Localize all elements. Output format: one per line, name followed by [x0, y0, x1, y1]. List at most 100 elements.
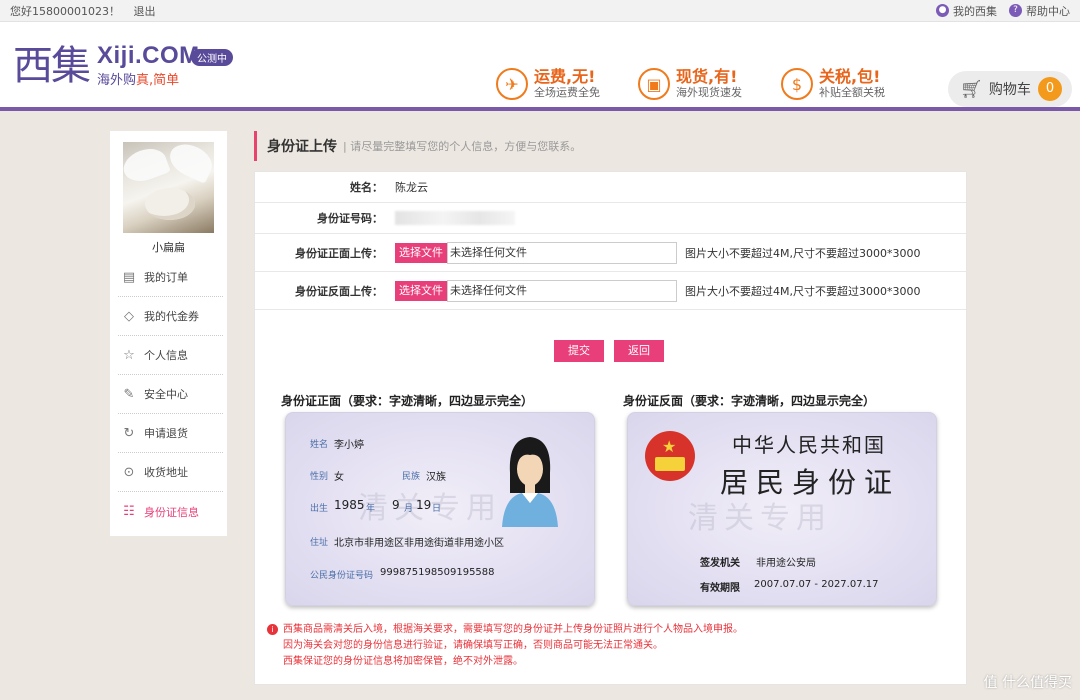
user-icon: ●	[936, 4, 949, 17]
card-country: 中华人民共和国	[732, 433, 886, 457]
emblem-star: ★	[662, 437, 677, 456]
sidebar-item-label: 我的代金券	[144, 310, 199, 323]
notice-line: 因为海关会对您的身份信息进行验证，请确保填写正确，否则商品可能无法正常通关。	[283, 640, 663, 651]
back-button[interactable]: 返回	[614, 340, 664, 362]
logo-english: Xiji.COM	[97, 42, 200, 69]
avatar-dog	[145, 188, 195, 220]
id-card-back-sample: 清关专用 ★ 中华人民共和国 居民身份证 签发机关 非用途公安局 有效期限 20…	[627, 412, 937, 606]
watermark-text: 值 什么值得买	[983, 675, 1072, 691]
slogan-part-b: 真,简单	[136, 73, 180, 88]
card-validity-key: 有效期限	[700, 583, 740, 594]
logo-chinese: 西集	[13, 43, 91, 89]
back-card-title: 身份证反面（要求：字迹清晰，四边显示完全）	[623, 394, 876, 408]
logout-link[interactable]: 退出	[133, 5, 155, 18]
choose-file-button[interactable]: 选择文件	[395, 242, 447, 263]
file-name-display: 未选择任何文件	[447, 279, 677, 302]
username: 小扁扁	[152, 241, 185, 254]
id-number-row: 身份证号码：	[255, 203, 966, 234]
card-sex-key: 性别	[310, 472, 329, 482]
top-bar-right: ● 我的西集 ? 帮助中心	[924, 3, 1070, 19]
sidebar-item-coupons[interactable]: ◇ 我的代金券	[118, 297, 223, 336]
card-nation-value: 汉族	[426, 472, 446, 483]
page-description: | 请尽量完整填写您的个人信息，方便与您联系。	[343, 140, 582, 153]
page-title: 身份证上传	[267, 139, 337, 155]
card-issuer-value: 非用途公安局	[756, 558, 816, 569]
sidebar-item-label: 收货地址	[144, 466, 188, 479]
notice-block: i 西集商品需清关后入境，根据海关要求，需要填写您的身份证并上传身份证照片进行个…	[267, 622, 743, 670]
name-row: 姓名： 陈龙云	[255, 172, 966, 203]
edit-icon: ✎	[123, 386, 135, 402]
promo-sub: 补贴全额关税	[819, 86, 885, 99]
site-watermark: 值 什么值得买	[984, 672, 1072, 692]
card-issuer-key: 签发机关	[700, 558, 740, 569]
sidebar-item-id-info[interactable]: ☷ 身份证信息	[118, 492, 223, 531]
card-birth-day: 19	[416, 498, 432, 512]
site-logo[interactable]: 西集 Xiji.COM 海外购真,简单	[13, 42, 200, 89]
card-name-key: 姓名	[310, 440, 329, 450]
avatar-wing-left	[123, 143, 171, 187]
sidebar-item-orders[interactable]: ▤ 我的订单	[118, 258, 223, 297]
back-upload-label: 身份证反面上传：	[295, 284, 383, 298]
id-upload-panel: 姓名： 陈龙云 身份证号码： 身份证正面上传： 选择文件 未选择任何文件 图片大…	[254, 171, 967, 685]
help-label: 帮助中心	[1026, 4, 1070, 18]
star-icon: ☆	[123, 347, 135, 363]
form-actions: 提交 返回	[554, 340, 674, 362]
back-upload-row: 身份证反面上传： 选择文件 未选择任何文件 图片大小不要超过4M,尺寸不要超过3…	[255, 272, 966, 310]
avatar[interactable]	[123, 142, 214, 233]
card-birth-year-unit: 年	[366, 504, 376, 514]
promo-free-shipping: ✈ 运费,无! 全场运费全免	[496, 68, 600, 100]
submit-button[interactable]: 提交	[554, 340, 604, 362]
promo-text: 运费,无! 全场运费全免	[534, 68, 600, 100]
upload-hint: 图片大小不要超过4M,尺寸不要超过3000*3000	[685, 246, 921, 260]
avatar-wing-right	[164, 142, 214, 184]
sidebar-item-label: 申请退货	[144, 427, 188, 440]
promo-sub: 全场运费全免	[534, 86, 600, 99]
card-birth-day-unit: 日	[432, 504, 442, 514]
choose-file-button[interactable]: 选择文件	[395, 280, 447, 301]
card-birth-key: 出生	[310, 504, 329, 514]
promo-tax-covered: $ 关税,包! 补贴全额关税	[781, 68, 885, 100]
top-bar: 您好15800001023！ 退出 ● 我的西集 ? 帮助中心	[0, 0, 1080, 22]
cart-count-badge: 0	[1038, 77, 1062, 101]
sidebar-item-address[interactable]: ⊙ 收货地址	[118, 453, 223, 492]
shopping-cart-icon: 🛒︎	[960, 78, 983, 100]
promo-text: 关税,包! 补贴全额关税	[819, 68, 885, 100]
card-document-type: 居民身份证	[720, 466, 901, 499]
id-card-icon: ☷	[123, 504, 135, 519]
promo-sub: 海外现货速发	[676, 86, 742, 99]
card-birth-month-unit: 月	[404, 504, 414, 514]
card-sex-value: 女	[334, 472, 344, 483]
logo-slogan: 海外购真,简单	[97, 69, 200, 88]
name-value: 陈龙云	[395, 181, 428, 194]
logo-text-group: Xiji.COM 海外购真,简单	[97, 42, 200, 89]
sidebar-item-profile[interactable]: ☆ 个人信息	[118, 336, 223, 375]
coupon-icon: ◇	[124, 308, 134, 324]
cart-button[interactable]: 🛒︎ 购物车 0	[948, 71, 1072, 107]
name-label: 姓名：	[350, 181, 383, 194]
card-name-value: 李小婷	[334, 440, 364, 451]
file-name-display: 未选择任何文件	[447, 241, 677, 264]
card-nation-key: 民族	[402, 472, 421, 482]
sidebar-item-security[interactable]: ✎ 安全中心	[118, 375, 223, 414]
my-xiji-link[interactable]: ● 我的西集	[936, 3, 997, 19]
promo-title: 关税,包!	[819, 67, 881, 86]
notice-line: 西集保证您的身份证信息将加密保管，绝不对外泄露。	[283, 656, 523, 667]
my-xiji-label: 我的西集	[953, 4, 997, 18]
top-bar-left: 您好15800001023！ 退出	[10, 3, 165, 19]
emblem-gate	[655, 457, 685, 471]
help-center-link[interactable]: ? 帮助中心	[1009, 3, 1070, 19]
slogan-part-a: 海外购	[97, 73, 137, 88]
sidebar-item-label: 身份证信息	[144, 505, 199, 519]
card-birth-month: 9	[392, 498, 400, 512]
portrait-silhouette	[502, 437, 558, 527]
sidebar-item-returns[interactable]: ↻ 申请退货	[118, 414, 223, 453]
front-file-input[interactable]: 选择文件 未选择任何文件	[395, 241, 677, 264]
site-header: 西集 Xiji.COM 海外购真,简单 公测中 ✈ 运费,无! 全场运费全免 ▣…	[0, 22, 1080, 111]
card-validity-value: 2007.07.07 - 2027.07.17	[754, 579, 879, 590]
id-card-front-sample: 清关专用 姓名 李小婷 性别 女 民族 汉族 出生 1985 年 9 月 19 …	[285, 412, 595, 606]
back-file-input[interactable]: 选择文件 未选择任何文件	[395, 279, 677, 302]
id-number-label: 身份证号码：	[317, 212, 383, 225]
upload-hint: 图片大小不要超过4M,尺寸不要超过3000*3000	[685, 284, 921, 298]
national-emblem-icon: ★	[645, 431, 695, 481]
plane-icon: ✈	[496, 68, 528, 100]
